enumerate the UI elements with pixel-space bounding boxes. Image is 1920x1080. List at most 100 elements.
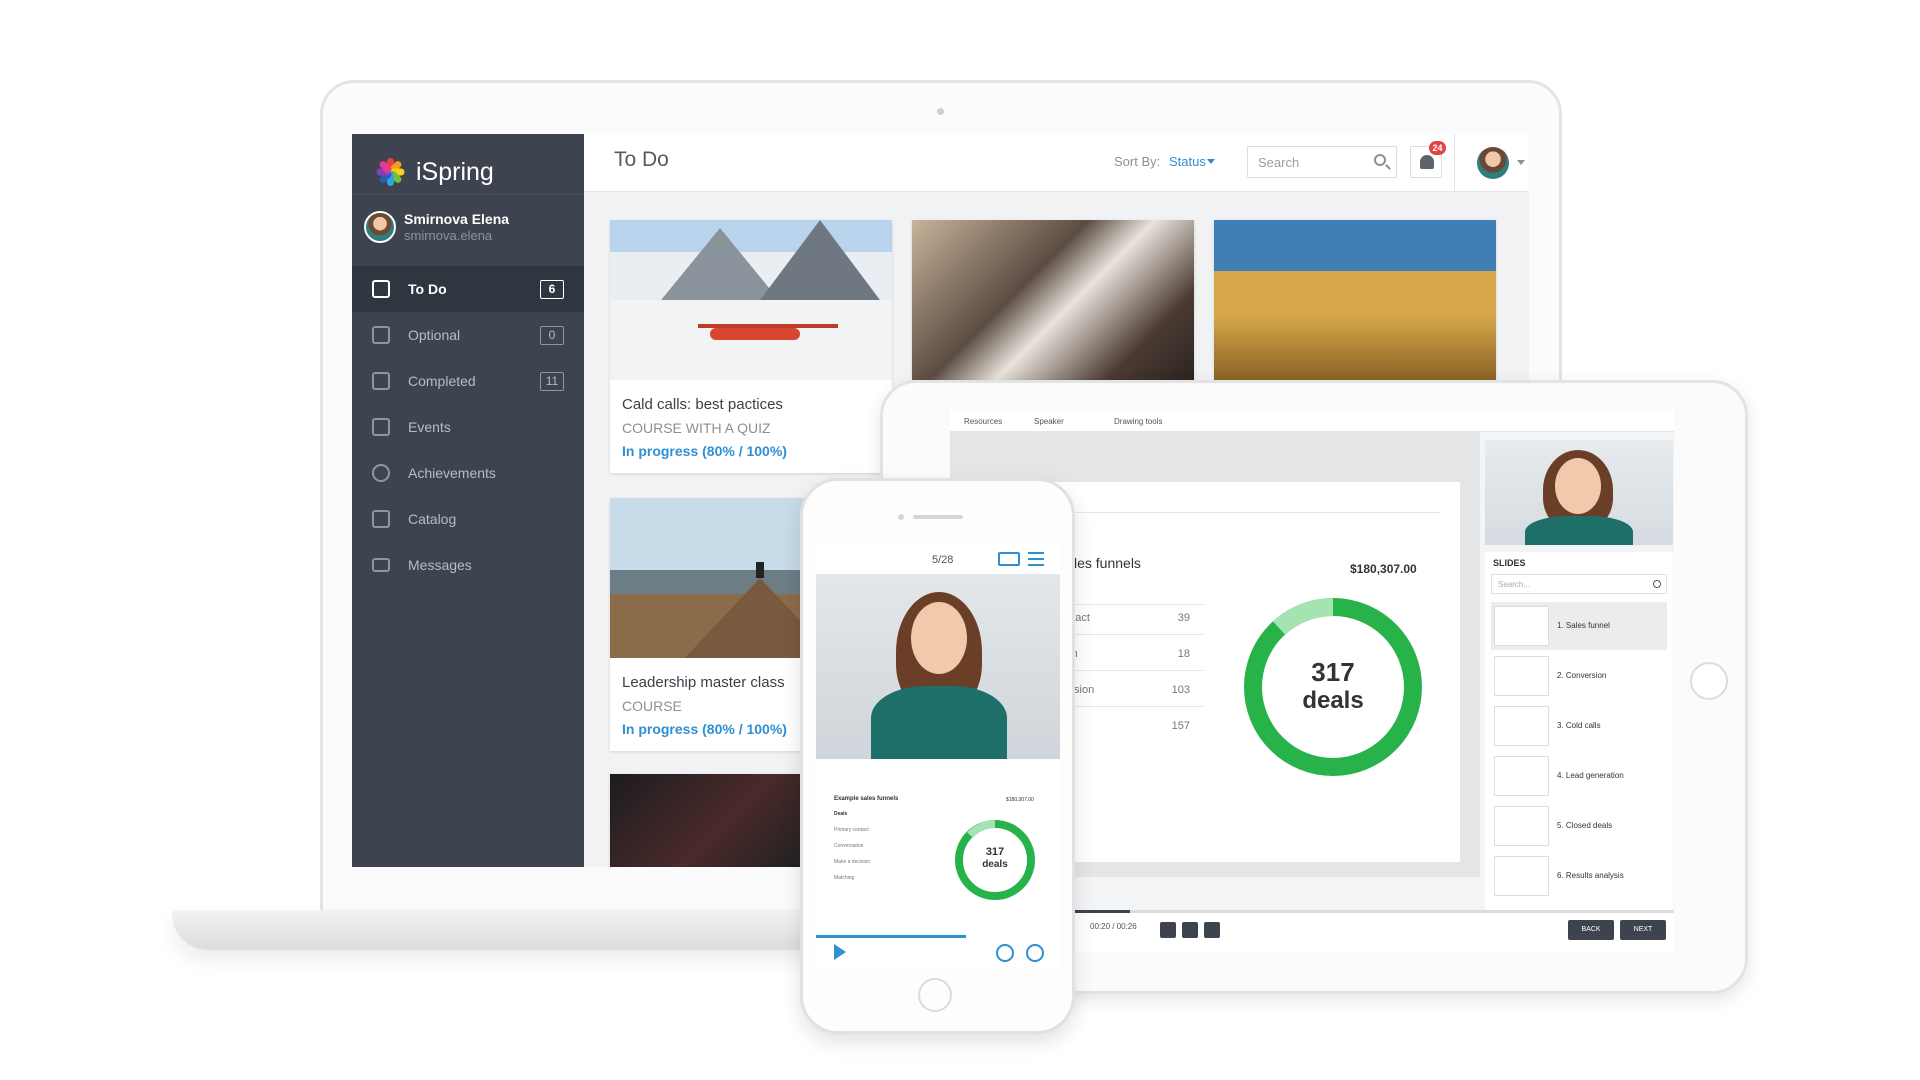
tab-resources[interactable]: Resources: [964, 417, 1002, 426]
slide-title: 1. Sales funnel: [1557, 621, 1610, 630]
chevron-down-icon[interactable]: [1517, 160, 1525, 165]
sidebar-item-todo[interactable]: To Do 6: [352, 266, 584, 312]
sidebar: iSpring Smirnova Elena smirnova.elena To…: [352, 134, 584, 867]
previous-icon[interactable]: [996, 944, 1014, 962]
count-badge: 6: [540, 280, 564, 299]
row-label: Make a decision: [834, 859, 871, 865]
course-status: In progress (80% / 100%): [622, 443, 787, 459]
replay-icon[interactable]: [1160, 922, 1176, 938]
todo-icon: [372, 280, 390, 298]
sidebar-item-events[interactable]: Events: [352, 404, 584, 450]
search-icon[interactable]: [1374, 154, 1386, 166]
course-title: Cald calls: best pactices: [622, 396, 783, 413]
player-side-panel: SLIDES Search... 1. Sales funnel 2. Conv…: [1485, 440, 1673, 910]
notification-badge: 24: [1429, 141, 1446, 155]
slide-title: 5. Closed deals: [1557, 821, 1613, 830]
slide-title: 4. Lead generation: [1557, 771, 1624, 780]
row-value: 18: [1177, 648, 1190, 660]
row-value: 103: [1171, 684, 1190, 696]
next-button[interactable]: NEXT: [1620, 920, 1666, 940]
row-label: Conversation: [834, 843, 864, 849]
slide-list-item[interactable]: 5. Closed deals: [1491, 802, 1667, 850]
row-label: Primary contact: [834, 827, 869, 833]
sidebar-item-achievements[interactable]: Achievements: [352, 450, 584, 496]
slides-search-input[interactable]: Search...: [1491, 574, 1667, 594]
mobile-slide: Example sales funnels $180,307.00 Deals …: [816, 759, 1060, 939]
achievements-icon: [372, 464, 390, 482]
sidebar-item-label: Completed: [408, 373, 476, 389]
course-card[interactable]: Cald calls: best pactices COURSE WITH A …: [610, 220, 892, 473]
brand-name: iSpring: [416, 157, 494, 186]
user-profile[interactable]: Smirnova Elena smirnova.elena: [364, 211, 509, 243]
chevron-down-icon[interactable]: [1207, 159, 1215, 164]
slide-list-item[interactable]: 2. Conversion: [1491, 652, 1667, 700]
slide-thumbnail: [1494, 806, 1549, 846]
row-label: Matching: [834, 875, 855, 881]
header: To Do Sort By: Status Search 24: [584, 134, 1529, 192]
catalog-icon: [372, 510, 390, 528]
slide-title: 6. Results analysis: [1557, 871, 1624, 880]
sidebar-item-optional[interactable]: Optional 0: [352, 312, 584, 358]
donut-label: deals: [1302, 687, 1364, 714]
sidebar-item-label: Messages: [408, 557, 472, 573]
mobile-player: 5/28 Example sales funnels $180,307.00 D…: [816, 542, 1060, 967]
sort-dropdown[interactable]: Status: [1169, 154, 1206, 169]
sidebar-item-catalog[interactable]: Catalog: [352, 496, 584, 542]
phone-camera: [898, 514, 904, 520]
donut-number: 317: [1311, 657, 1355, 687]
playback-time: 00:20 / 00:26: [1090, 922, 1137, 931]
search-icon[interactable]: [1653, 580, 1661, 588]
sort-label: Sort By:: [1114, 154, 1161, 169]
course-image: [610, 220, 892, 380]
donut-segment: [1272, 598, 1334, 635]
tablet-home-button: [1690, 662, 1728, 700]
volume-icon[interactable]: [1182, 922, 1198, 938]
bell-icon: [1420, 155, 1434, 169]
slide-subtitle: Deals: [834, 811, 848, 817]
slide-title: les funnels: [1074, 555, 1141, 571]
next-icon[interactable]: [1026, 944, 1044, 962]
play-icon[interactable]: [834, 944, 846, 960]
back-button[interactable]: BACK: [1568, 920, 1614, 940]
optional-icon: [372, 326, 390, 344]
sidebar-item-label: Achievements: [408, 465, 496, 481]
row-value: 157: [1171, 720, 1190, 732]
count-badge: 11: [540, 372, 564, 391]
sidebar-item-messages[interactable]: Messages: [352, 542, 584, 588]
course-card[interactable]: [912, 220, 1194, 380]
slide-list-item[interactable]: 3. Cold calls: [1491, 702, 1667, 750]
slide-title: 3. Cold calls: [1557, 721, 1601, 730]
donut-segment: [967, 820, 996, 838]
slides-panel: SLIDES Search... 1. Sales funnel 2. Conv…: [1485, 552, 1673, 910]
slide-title: Example sales funnels: [834, 796, 899, 802]
sidebar-nav: To Do 6 Optional 0 Completed 11 Events A…: [352, 266, 584, 588]
slide-amount: $180,307.00: [1006, 797, 1034, 803]
slide-list-item[interactable]: 6. Results analysis: [1491, 852, 1667, 900]
row-value: 39: [1177, 612, 1190, 624]
tab-drawing-tools[interactable]: Drawing tools: [1114, 417, 1162, 426]
presenter-video: [1485, 440, 1673, 545]
course-card[interactable]: [1214, 220, 1496, 380]
envelope-icon: [372, 558, 390, 572]
completed-icon: [372, 372, 390, 390]
sidebar-item-completed[interactable]: Completed 11: [352, 358, 584, 404]
tab-speaker[interactable]: Speaker: [1034, 417, 1064, 426]
sidebar-item-label: Catalog: [408, 511, 457, 527]
ispring-logo-icon: [374, 156, 406, 188]
donut-number: 317: [985, 846, 1005, 858]
avatar[interactable]: [1477, 147, 1509, 179]
user-name: Smirnova Elena: [404, 211, 510, 227]
slide-thumbnail: [1494, 756, 1549, 796]
slide-list-item[interactable]: 4. Lead generation: [1491, 752, 1667, 800]
notes-icon[interactable]: [998, 552, 1020, 566]
header-divider: [1454, 134, 1455, 192]
slide-thumbnail: [1494, 656, 1549, 696]
laptop-camera: [937, 108, 944, 115]
slide-thumbnail: [1494, 706, 1549, 746]
presenter-video: [816, 574, 1060, 759]
slide-list-item[interactable]: 1. Sales funnel: [1491, 602, 1667, 650]
logo[interactable]: iSpring: [374, 152, 494, 192]
progress-fill: [816, 935, 966, 938]
fullscreen-icon[interactable]: [1204, 922, 1220, 938]
menu-icon[interactable]: [1028, 552, 1044, 566]
